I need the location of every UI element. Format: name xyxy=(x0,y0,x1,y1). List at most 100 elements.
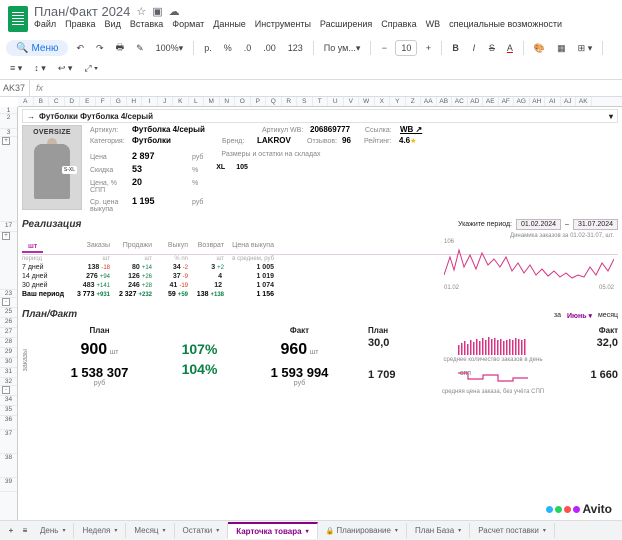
sheet-tabs: + ≡ День▾ Неделя▾ Месяц▾ Остатки▾ Карточ… xyxy=(0,520,622,540)
stock-value: 105 xyxy=(236,164,248,171)
cell-reference[interactable]: AK37 xyxy=(0,80,30,96)
breadcrumb-arrow-icon: → xyxy=(27,112,35,121)
halign-btn[interactable]: ≡ ▾ xyxy=(6,60,26,76)
add-sheet-icon[interactable]: + xyxy=(4,523,18,539)
fontsize-dec[interactable]: − xyxy=(377,40,391,56)
merge-btn[interactable]: ⊞ ▾ xyxy=(574,40,597,56)
paint-icon[interactable]: ✎ xyxy=(132,40,148,56)
menu-wb[interactable]: WB xyxy=(426,19,441,29)
month-select[interactable]: Июнь ▾ xyxy=(567,312,592,320)
plan-header: План xyxy=(37,326,162,335)
tab-planning[interactable]: 🔒Планирование▾ xyxy=(318,523,407,538)
valign-btn[interactable]: ↕ ▾ xyxy=(30,60,50,76)
mini-line-chart: СПП xyxy=(458,369,528,387)
menu-data[interactable]: Данные xyxy=(213,19,246,29)
planfact-title: План/Факт xyxy=(22,309,77,320)
rating-label: Рейтинг: xyxy=(364,138,399,145)
r-plan2-val: 1 709 xyxy=(368,369,396,387)
zoom-select[interactable]: 100% ▾ xyxy=(152,40,188,56)
redo-icon[interactable]: ↷ xyxy=(92,40,108,56)
menu-format[interactable]: Формат xyxy=(172,19,204,29)
percent-btn[interactable]: % xyxy=(220,40,236,56)
doc-title[interactable]: План/Факт 2024 xyxy=(34,4,130,19)
tab-supply[interactable]: Расчет поставки▾ xyxy=(470,523,555,538)
formula-bar-fx: fx xyxy=(30,81,49,95)
menu-edit[interactable]: Правка xyxy=(65,19,95,29)
wrap-btn[interactable]: ↩ ▾ xyxy=(54,60,77,76)
menu-insert[interactable]: Вставка xyxy=(130,19,163,29)
plan-sum: 1 538 307 xyxy=(71,365,129,380)
product-image: OVERSIZE S-XL xyxy=(22,125,82,210)
strike-btn[interactable]: S xyxy=(485,40,499,56)
dec-dec-btn[interactable]: .0 xyxy=(240,40,256,56)
breadcrumb[interactable]: → Футболки Футболка 4/серый ▾ xyxy=(22,109,618,123)
discount-value: 53 xyxy=(132,164,192,174)
num-format-btn[interactable]: 123 xyxy=(284,40,307,56)
article-wb-value: 206869777 xyxy=(310,125,365,134)
tab-day[interactable]: День▾ xyxy=(32,523,74,538)
hdr-avg: Цена выкупа xyxy=(224,242,274,253)
currency-btn[interactable]: р. xyxy=(200,40,216,56)
menu-tools[interactable]: Инструменты xyxy=(255,19,311,29)
rotate-btn[interactable]: ⤢ ▾ xyxy=(80,60,101,76)
fill-color-btn[interactable]: 🎨 xyxy=(530,40,549,56)
period-from[interactable]: 01.02.2024 xyxy=(516,219,561,230)
dec-inc-btn[interactable]: .00 xyxy=(259,40,280,56)
fontsize-input[interactable]: 10 xyxy=(395,40,417,56)
row-headers[interactable]: 123+17+23-2526272829303132-343536373839 xyxy=(0,107,18,537)
print-icon[interactable]: 🖶 xyxy=(112,40,129,56)
menu-help[interactable]: Справка xyxy=(381,19,416,29)
fontsize-inc[interactable]: + xyxy=(421,40,435,56)
wb-link[interactable]: WB ↗ xyxy=(400,125,422,134)
spark-to: 05.02 xyxy=(599,285,614,291)
period-to[interactable]: 31.07.2024 xyxy=(573,219,618,230)
menu-acc[interactable]: специальные возможности xyxy=(449,19,562,29)
text-color-btn[interactable]: A xyxy=(503,40,517,56)
menu-ext[interactable]: Расширения xyxy=(320,19,372,29)
tab-product-card[interactable]: Карточка товара▾ xyxy=(228,522,317,539)
bold-btn[interactable]: B xyxy=(448,40,463,56)
r-plan-h: План xyxy=(368,326,388,335)
borders-btn[interactable]: ▦ xyxy=(553,40,570,56)
menu-file[interactable]: Файл xyxy=(34,19,56,29)
unit-sal: шт xyxy=(110,256,152,262)
reviews-label: Отзывов: xyxy=(307,138,342,145)
avg-label: Ср. цена выкупа xyxy=(90,199,132,213)
star-icon[interactable]: ☆ xyxy=(136,5,146,18)
avg-unit: руб xyxy=(192,199,203,206)
price-value: 2 897 xyxy=(132,151,192,161)
period-dash: – xyxy=(565,221,569,228)
italic-btn[interactable]: I xyxy=(467,40,481,56)
tab-month[interactable]: Месяц▾ xyxy=(126,523,174,538)
article-value: Футболка 4/серый xyxy=(132,125,262,134)
fact-sum: 1 593 994 xyxy=(271,365,329,380)
pf-mlabel: месяц xyxy=(598,312,618,319)
undo-icon[interactable]: ↶ xyxy=(72,40,88,56)
tab-plan-base[interactable]: План База▾ xyxy=(407,523,470,538)
r-fact-h: Факт xyxy=(599,326,618,335)
lock-icon: 🔒 xyxy=(326,527,335,535)
column-headers[interactable]: ABCDEFGHIJKLMNOPQRSTUVWXYZAAABACADAEAFAG… xyxy=(18,97,622,107)
menu-view[interactable]: Вид xyxy=(105,19,121,29)
font-select[interactable]: По ум... ▾ xyxy=(320,40,365,56)
r-sub2: средняя цена заказа, без учёта СПП xyxy=(368,389,618,395)
plan-qty-unit: шт xyxy=(110,349,119,356)
cloud-icon[interactable]: ☁ xyxy=(169,5,180,18)
breadcrumb-text: Футболки Футболка 4/серый xyxy=(39,112,153,121)
tab-qty[interactable]: шт xyxy=(22,242,43,253)
pct-qty: 107% xyxy=(162,341,237,357)
pf-za: за xyxy=(554,312,561,319)
toolbar: 🔍Меню ↶ ↷ 🖶 ✎ 100% ▾ р. % .0 .00 123 По … xyxy=(0,37,622,80)
folder-icon[interactable]: ▣ xyxy=(152,5,162,18)
fact-sum-unit: руб xyxy=(237,380,362,387)
breadcrumb-dropdown-icon[interactable]: ▾ xyxy=(609,112,613,121)
unit-ord: шт xyxy=(68,256,110,262)
tab-stock[interactable]: Остатки▾ xyxy=(175,523,229,538)
tab-week[interactable]: Неделя▾ xyxy=(74,523,126,538)
sheet-area[interactable]: → Футболки Футболка 4/серый ▾ OVERSIZE S… xyxy=(18,107,622,537)
all-sheets-icon[interactable]: ≡ xyxy=(18,523,32,539)
sparkline-chart xyxy=(444,245,614,283)
search-menu[interactable]: 🔍Меню xyxy=(6,40,68,56)
category-label: Категория: xyxy=(90,138,132,145)
sheets-logo[interactable] xyxy=(8,6,28,32)
